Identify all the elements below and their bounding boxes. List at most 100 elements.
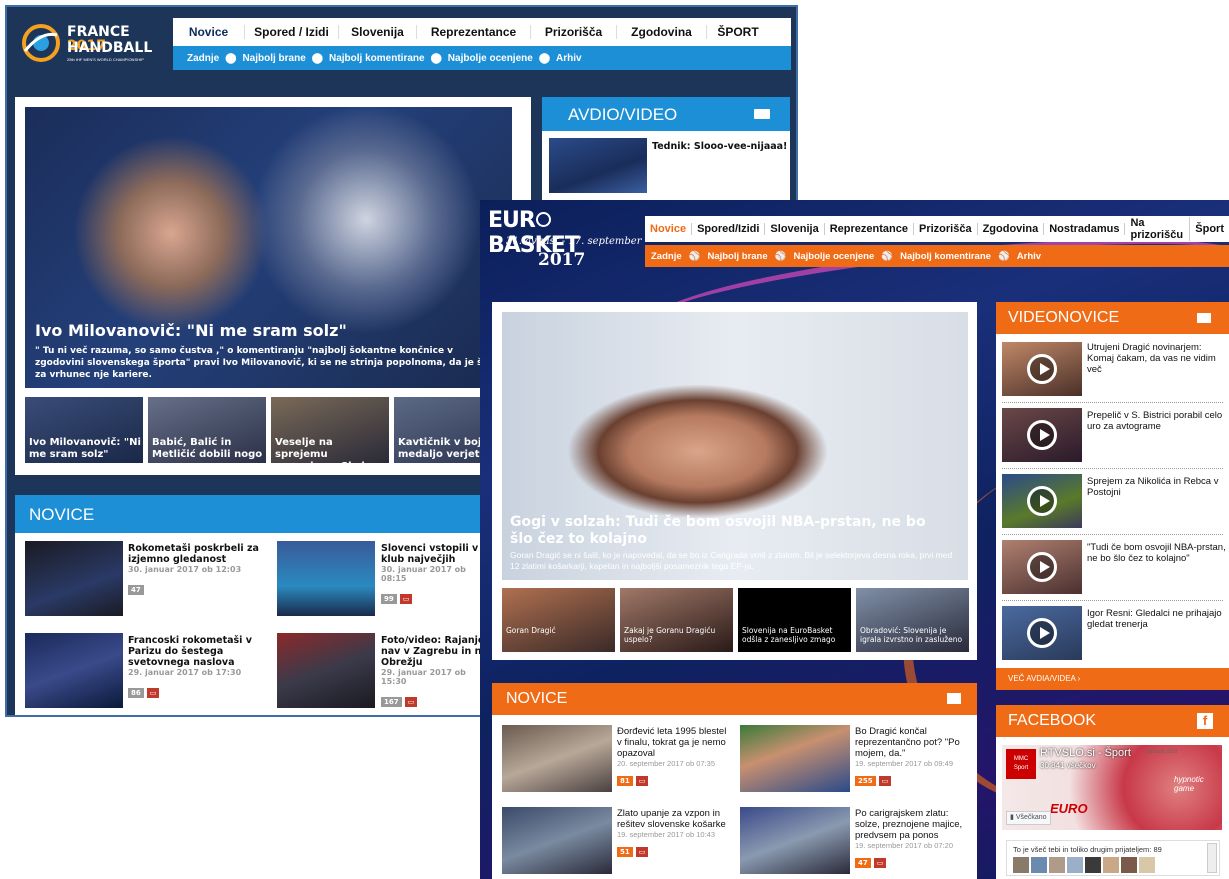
nav-na-prizoriscu[interactable]: Na prizorišču: [1125, 217, 1191, 241]
audio-video-title[interactable]: AVDIO/VIDEO: [568, 105, 677, 125]
news-image[interactable]: [277, 633, 375, 708]
news-title[interactable]: Bo Dragić končal reprezentančno pot? "Po…: [855, 726, 973, 759]
hero-thumb-caption[interactable]: Slovenija na EuroBasket odšla z zaneslji…: [742, 626, 850, 644]
nav-reprezentance[interactable]: Reprezentance: [417, 25, 531, 39]
sub-najbolj-brane[interactable]: Najbolj brane: [707, 251, 767, 262]
nav-spored[interactable]: Spored / Izidi: [245, 25, 339, 39]
nav-zgodovina[interactable]: Zgodovina: [978, 223, 1045, 235]
news-image[interactable]: [740, 807, 850, 874]
sub-najbolj-komentirane[interactable]: Najbolj komentirane: [329, 53, 425, 64]
news-title[interactable]: Rokometaši poskrbeli za izjemno gledanos…: [128, 543, 268, 565]
comment-count[interactable]: 51: [617, 847, 633, 857]
news-image[interactable]: [25, 541, 123, 616]
comment-count[interactable]: 81: [617, 776, 633, 786]
friend-avatar[interactable]: [1121, 857, 1137, 873]
friend-avatar[interactable]: [1085, 857, 1101, 873]
news-title[interactable]: Đorđević leta 1995 blestel v finalu, tok…: [617, 726, 729, 759]
video-thumb[interactable]: [1002, 540, 1082, 594]
news-item[interactable]: Zlato upanje za vzpon in rešitev slovens…: [617, 808, 729, 859]
hero-thumb[interactable]: [502, 588, 615, 652]
novice-title[interactable]: NOVICE: [506, 690, 567, 708]
nav-prizorisca[interactable]: Prizorišča: [914, 223, 978, 235]
handball-logo[interactable]: FRANCE 2017 HANDBALL 25th IHF MEN'S WORL…: [17, 15, 167, 71]
hero-thumb-caption[interactable]: Ivo Milovanovič: "Ni me sram solz": [29, 437, 141, 461]
news-item[interactable]: Francoski rokometaši v Parizu do šestega…: [128, 635, 268, 700]
comment-count[interactable]: 255: [855, 776, 876, 786]
news-item[interactable]: Đorđević leta 1995 blestel v finalu, tok…: [617, 726, 729, 788]
av-item-image[interactable]: [549, 138, 647, 193]
news-image[interactable]: [25, 633, 123, 708]
videonovice-title[interactable]: VIDEONOVICE: [1008, 309, 1119, 327]
sub-najbolj-brane[interactable]: Najbolj brane: [242, 53, 305, 64]
sub-najbolje-ocenjene[interactable]: Najbolje ocenjene: [448, 53, 533, 64]
news-title[interactable]: Francoski rokometaši v Parizu do šestega…: [128, 635, 268, 668]
nav-reprezentance[interactable]: Reprezentance: [825, 223, 914, 235]
friend-avatar[interactable]: [1139, 857, 1155, 873]
video-title[interactable]: Prepelič v S. Bistrici porabil celo uro …: [1087, 410, 1227, 432]
hero-title[interactable]: Ivo Milovanovič: "Ni me sram solz": [35, 321, 347, 340]
video-thumb[interactable]: [1002, 606, 1082, 660]
comment-count[interactable]: 167: [381, 697, 402, 707]
video-title[interactable]: "Tudi če bom osvojil NBA-prstan, ne bo š…: [1087, 542, 1227, 564]
hero-thumb-caption[interactable]: Veselje na sprejemu nepopisno: Skok po: [275, 437, 387, 473]
video-thumb[interactable]: [1002, 474, 1082, 528]
nav-slovenija[interactable]: Slovenija: [339, 25, 417, 39]
news-item[interactable]: Foto/video: Rajanje nav v Zagrebu in na …: [381, 635, 491, 709]
sub-zadnje[interactable]: Zadnje: [187, 53, 219, 64]
video-thumb[interactable]: [1002, 342, 1082, 396]
nav-zgodovina[interactable]: Zgodovina: [617, 25, 707, 39]
comment-count[interactable]: 47: [128, 585, 144, 595]
sub-arhiv[interactable]: Arhiv: [556, 53, 582, 64]
like-button[interactable]: ▮ Všečkano: [1006, 811, 1051, 825]
hero-thumb-caption[interactable]: Goran Dragić: [506, 626, 614, 635]
hero-thumb-caption[interactable]: Zakaj je Goranu Dragiću uspelo?: [624, 626, 732, 644]
av-item-title[interactable]: Tednik: Slooo-vee-nijaaa!: [652, 141, 787, 152]
more-videos-link[interactable]: VEČ AVDIA/VIDEA ›: [1008, 674, 1080, 683]
comment-count[interactable]: 47: [855, 858, 871, 868]
video-title[interactable]: Sprejem za Nikolića in Rebca v Postojni: [1087, 476, 1227, 498]
comment-count[interactable]: 86: [128, 688, 144, 698]
friend-avatar[interactable]: [1103, 857, 1119, 873]
sub-arhiv[interactable]: Arhiv: [1017, 251, 1041, 262]
nav-novice[interactable]: Novice: [173, 25, 245, 39]
hero-thumb-caption[interactable]: Babić, Balić in Metličić dobili nogo: [152, 437, 264, 461]
video-title[interactable]: Utrujeni Dragić novinarjem: Komaj čakam,…: [1087, 342, 1227, 375]
video-thumb[interactable]: [1002, 408, 1082, 462]
news-image[interactable]: [740, 725, 850, 792]
eurobasket-logo[interactable]: EURBASKET 31. avgust - 17. september 201…: [488, 208, 641, 276]
comment-count[interactable]: 99: [381, 594, 397, 604]
sub-najbolj-komentirane[interactable]: Najbolj komentirane: [900, 251, 991, 262]
hero-title[interactable]: Gogi v solzah: Tudi če bom osvojil NBA-p…: [510, 514, 950, 548]
news-title[interactable]: Slovenci vstopili v klub največjih: [381, 543, 491, 565]
facebook-title[interactable]: FACEBOOK: [1008, 712, 1096, 730]
hero-thumb-caption[interactable]: Obradović: Slovenija je igrala izvrstno …: [860, 626, 968, 644]
friend-avatar[interactable]: [1013, 857, 1029, 873]
nav-novice[interactable]: Novice: [645, 223, 693, 235]
news-title[interactable]: Foto/video: Rajanje nav v Zagrebu in na …: [381, 635, 491, 668]
nav-nostradamus[interactable]: Nostradamus: [1044, 223, 1126, 235]
sub-zadnje[interactable]: Zadnje: [651, 251, 682, 262]
novice-title[interactable]: NOVICE: [29, 505, 94, 525]
news-image[interactable]: [502, 807, 612, 874]
nav-prizorisca[interactable]: Prizorišča: [531, 25, 617, 39]
video-title[interactable]: Igor Resni: Gledalci ne prihajajo gledat…: [1087, 608, 1227, 630]
news-item[interactable]: Po carigrajskem zlatu: solze, preznojene…: [855, 808, 973, 870]
news-image[interactable]: [277, 541, 375, 616]
news-image[interactable]: [502, 725, 612, 792]
news-title[interactable]: Zlato upanje za vzpon in rešitev slovens…: [617, 808, 729, 830]
nav-spored[interactable]: Spored/Izidi: [692, 223, 766, 235]
news-item[interactable]: Rokometaši poskrbeli za izjemno gledanos…: [128, 543, 268, 597]
news-item[interactable]: Bo Dragić končal reprezentančno pot? "Po…: [855, 726, 973, 788]
sub-najbolje-ocenjene[interactable]: Najbolje ocenjene: [794, 251, 875, 262]
nav-slovenija[interactable]: Slovenija: [765, 223, 825, 235]
scrollbar[interactable]: [1207, 843, 1217, 873]
news-title[interactable]: Po carigrajskem zlatu: solze, preznojene…: [855, 808, 973, 841]
friend-avatar[interactable]: [1067, 857, 1083, 873]
fb-page-name[interactable]: RTVSLO.si - Šport: [1040, 747, 1131, 759]
friend-avatar[interactable]: [1049, 857, 1065, 873]
nav-sport[interactable]: ŠPORT: [707, 25, 769, 39]
friend-avatar[interactable]: [1031, 857, 1047, 873]
news-item[interactable]: Slovenci vstopili v klub največjih 30. j…: [381, 543, 491, 606]
nav-sport[interactable]: Šport: [1190, 223, 1229, 235]
facebook-embed[interactable]: MMC Sport RTVSLO.si - Šport 30.841 všečko…: [1002, 745, 1222, 830]
